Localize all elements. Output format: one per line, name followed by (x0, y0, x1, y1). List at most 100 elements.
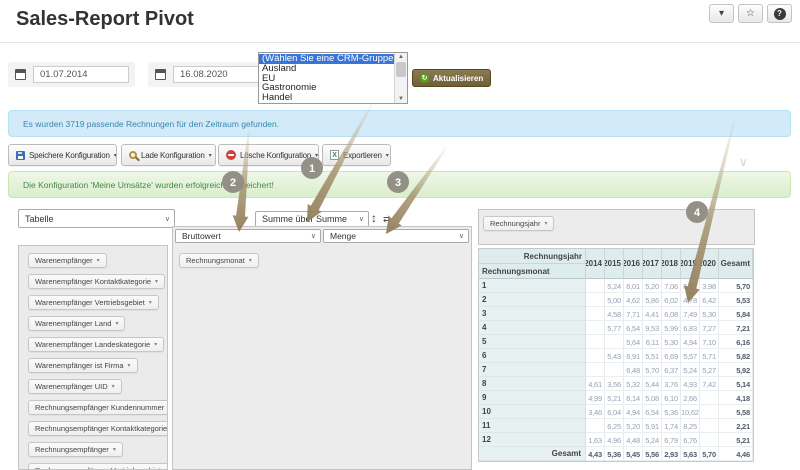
crm-group-option[interactable]: Ausland (259, 64, 394, 74)
available-field-pill[interactable]: Warenempfänger ist Firma▾ (28, 358, 138, 373)
crm-group-listbox[interactable]: (Wählen Sie eine CRM-Gruppe)AuslandEUGas… (258, 52, 408, 104)
row-label: 1 (479, 279, 586, 293)
value-cell: 6,79 (662, 433, 681, 447)
value-cell: 4,18 (719, 391, 753, 405)
delete-config-button[interactable]: Lösche Konfiguration ▾ (218, 144, 319, 166)
available-field-pill[interactable]: Warenempfänger Kontaktkategorie▾ (28, 274, 165, 289)
caret-dropdown-button[interactable]: ▾ (709, 4, 734, 23)
value-cell: 6,10 (662, 391, 681, 405)
value-cell: 5,44 (643, 377, 662, 391)
scroll-down-icon[interactable]: ▼ (398, 95, 404, 103)
chevron-down-icon: ∨ (165, 215, 170, 223)
available-field-pill[interactable]: Rechnungsempfänger▾ (28, 442, 123, 457)
value-cell (586, 321, 605, 335)
value-cell: 7,71 (624, 307, 643, 321)
value-cell: 7,49 (681, 307, 700, 321)
save-config-button[interactable]: Speichere Konfiguration ▾ (8, 144, 117, 166)
listbox-scrollbar[interactable]: ▲ ▼ (394, 53, 407, 103)
value-cell (586, 279, 605, 293)
refresh-button[interactable]: ↻ Aktualisieren (412, 69, 491, 87)
value-cell: 4,94 (681, 335, 700, 349)
available-field-pill[interactable]: Rechnungsempfänger Kundennummer▾ (28, 400, 168, 415)
value-cell: 5,27 (700, 363, 719, 377)
value-cell: 6,25 (605, 419, 624, 433)
year-column-header: 2017 (643, 249, 662, 279)
crm-group-option[interactable]: EU (259, 74, 394, 84)
year-column-header: Gesamt (719, 249, 753, 279)
excel-icon: X (330, 150, 339, 160)
value-cell: 6,91 (624, 349, 643, 363)
refresh-icon: ↻ (420, 74, 429, 83)
value-cell: 4,48 (624, 433, 643, 447)
date-from-input[interactable] (33, 66, 129, 83)
value-cell: 6,04 (605, 405, 624, 419)
value-cell: 5,86 (643, 293, 662, 307)
scroll-up-icon[interactable]: ▲ (398, 53, 404, 61)
year-column-header: 2019 (681, 249, 700, 279)
available-field-pill[interactable]: Warenempfänger UID▾ (28, 379, 122, 394)
row-label: 9 (479, 391, 586, 405)
row-label: 11 (479, 419, 586, 433)
aggregation-select[interactable]: Summe über Summe ∨ (255, 211, 369, 227)
value-cell: 6,54 (624, 321, 643, 335)
value-cell: 10,62 (681, 405, 700, 419)
value-cell (586, 363, 605, 377)
table-type-select[interactable]: Tabelle ∨ (18, 209, 175, 228)
crm-group-option[interactable]: (Wählen Sie eine CRM-Gruppe) (259, 54, 394, 64)
date-to-input[interactable] (173, 66, 269, 83)
caret-down-icon: ▾ (155, 278, 158, 285)
export-button[interactable]: X Exportieren ▾ (322, 144, 391, 166)
collapse-chevron-icon[interactable]: ∨ (739, 155, 748, 169)
value-cell (586, 349, 605, 363)
value-cell: 5,64 (624, 335, 643, 349)
value-cell: 5,82 (719, 349, 753, 363)
year-column-header: 2015 (605, 249, 624, 279)
favorite-button[interactable]: ☆ (738, 4, 763, 23)
caret-down-icon: ▾ (149, 299, 152, 306)
value-cell: 5,84 (719, 307, 753, 321)
year-column-header: 2020 (700, 249, 719, 279)
scrollbar-thumb[interactable] (396, 62, 406, 77)
value-cell: 4,41 (643, 307, 662, 321)
row-label: 12 (479, 433, 586, 447)
row-label: 6 (479, 349, 586, 363)
crm-group-option[interactable]: Gastronomie (259, 83, 394, 93)
available-field-pill[interactable]: Rechnungsempfänger Vertriebsgebiet▾ (28, 463, 168, 470)
total-value-cell: 5,45 (624, 447, 643, 461)
swap-axes-icon[interactable]: ↕ (371, 211, 377, 225)
available-field-pill[interactable]: Warenempfänger Land▾ (28, 316, 125, 331)
available-field-pill[interactable]: Warenempfänger▾ (28, 253, 107, 268)
chevron-down-icon: ∨ (459, 232, 464, 240)
row-field-label: Rechnungsmonat (186, 256, 245, 265)
value-field-select[interactable]: Bruttowert ∨ (175, 229, 321, 243)
value-cell: 5,30 (700, 307, 719, 321)
available-field-pill[interactable]: Warenempfänger Vertriebsgebiet▾ (28, 295, 159, 310)
value-cell (700, 433, 719, 447)
value-cell: 5,20 (624, 419, 643, 433)
value-cell: 8,25 (681, 419, 700, 433)
caret-down-icon: ▾ (315, 152, 318, 159)
crm-group-option[interactable]: Handel (259, 93, 394, 103)
value-cell: 5,70 (719, 279, 753, 293)
star-icon: ☆ (746, 8, 755, 19)
transpose-icon[interactable]: ⇄ (383, 214, 391, 225)
available-field-pill[interactable]: Rechnungsempfänger Kontaktkategorie▾ (28, 421, 168, 436)
row-field-pill[interactable]: Rechnungsmonat ▾ (179, 253, 259, 268)
value-cell: 6,69 (662, 349, 681, 363)
load-config-button[interactable]: Lade Konfiguration ▾ (121, 144, 216, 166)
minus-circle-icon (226, 150, 236, 160)
column-field-pill[interactable]: Rechnungsjahr ▾ (483, 216, 554, 231)
available-field-pill[interactable]: Warenempfänger Landeskategorie▾ (28, 337, 164, 352)
value-cell: 5,21 (605, 391, 624, 405)
value-cell (586, 419, 605, 433)
help-button[interactable]: ? (767, 4, 792, 23)
caret-down-icon: ▾ (386, 152, 389, 159)
help-icon: ? (774, 8, 786, 20)
total-row-label: Gesamt (479, 447, 586, 461)
value-cell: 5,92 (719, 363, 753, 377)
value-cell: 3,98 (700, 279, 719, 293)
value-field2-select[interactable]: Menge ∨ (323, 229, 469, 243)
caret-down-icon: ▾ (114, 152, 117, 159)
value-cell: 5,24 (605, 279, 624, 293)
value-cell: 6,76 (681, 433, 700, 447)
